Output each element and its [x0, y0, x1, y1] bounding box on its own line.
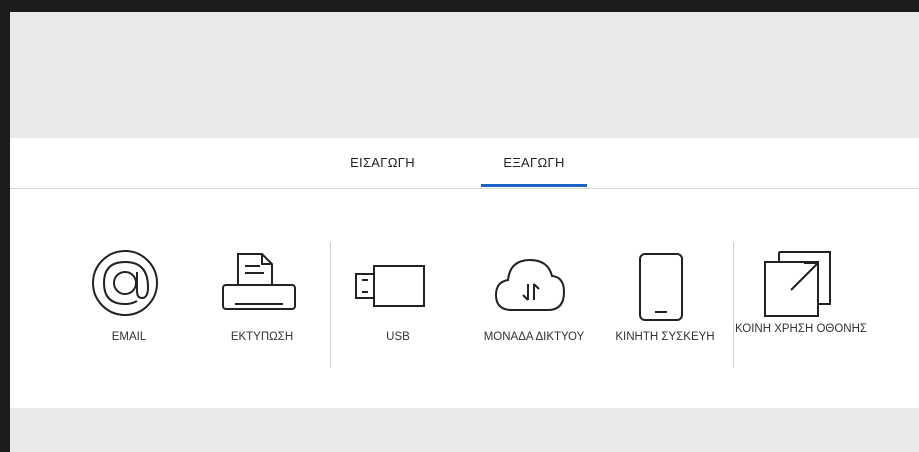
group-divider: [733, 242, 734, 368]
tab-export[interactable]: ΕΞΑΓΩΓΗ: [481, 155, 587, 187]
mobile-device-label: ΚΙΝΗΤΗ ΣΥΣΚΕΥΗ: [615, 331, 715, 343]
app-frame: ΕΙΣΑΓΩΓΗ ΕΞΑΓΩΓΗ EMAIL ΕΚΤΥΠΩΣΗ USB ΜΟΝΑ…: [10, 12, 919, 452]
mobile-device-button[interactable]: ΚΙΝΗΤΗ ΣΥΣΚΕΥΗ: [605, 232, 725, 372]
email-label: EMAIL: [111, 331, 147, 343]
mobile-device-icon: [639, 253, 683, 321]
print-label: ΕΚΤΥΠΩΣΗ: [230, 331, 294, 343]
cloud-transfer-icon: [494, 258, 566, 311]
network-drive-button[interactable]: ΜΟΝΑΔΑ ΔΙΚΤΥΟΥ: [474, 232, 594, 372]
email-button[interactable]: EMAIL: [69, 232, 189, 372]
share-panel: ΕΙΣΑΓΩΓΗ ΕΞΑΓΩΓΗ EMAIL ΕΚΤΥΠΩΣΗ USB ΜΟΝΑ…: [10, 138, 919, 408]
usb-label: USB: [386, 331, 410, 343]
usb-button[interactable]: USB: [338, 232, 458, 372]
at-sign-icon: [92, 250, 158, 316]
tab-bar: ΕΙΣΑΓΩΓΗ ΕΞΑΓΩΓΗ: [10, 138, 919, 189]
usb-drive-icon: [355, 265, 425, 307]
network-drive-label: ΜΟΝΑΔΑ ΔΙΚΤΥΟΥ: [483, 331, 585, 343]
screen-share-icon: [764, 251, 831, 317]
group-divider: [330, 242, 331, 368]
screen-share-button[interactable]: ΚΟΙΝΗ ΧΡΗΣΗ ΟΘΟΝΗΣ: [735, 232, 867, 372]
tab-export-label: ΕΞΑΓΩΓΗ: [503, 155, 565, 170]
tab-import[interactable]: ΕΙΣΑΓΩΓΗ: [330, 155, 435, 187]
printer-icon: [222, 253, 296, 310]
active-tab-indicator: [481, 184, 587, 187]
screen-share-label: ΚΟΙΝΗ ΧΡΗΣΗ ΟΘΟΝΗΣ: [734, 323, 868, 335]
tab-import-label: ΕΙΣΑΓΩΓΗ: [350, 155, 415, 170]
print-button[interactable]: ΕΚΤΥΠΩΣΗ: [202, 232, 322, 372]
